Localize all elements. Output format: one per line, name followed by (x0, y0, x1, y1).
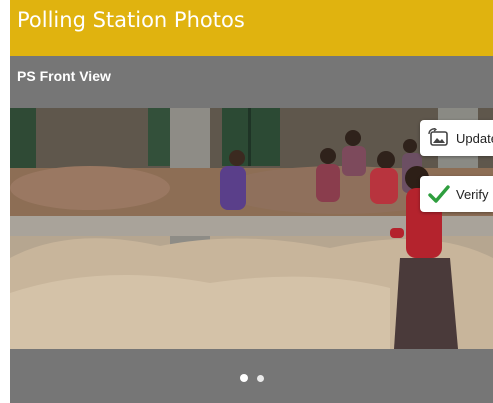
page-header: Polling Station Photos (10, 0, 493, 56)
verify-label: Verify (456, 186, 489, 202)
checkmark-icon (428, 184, 450, 204)
page-title: Polling Station Photos (17, 8, 245, 32)
carousel-dot[interactable] (256, 374, 264, 382)
photo-screen: Polling Station Photos PS Front View Upd… (10, 0, 493, 403)
update-photo-button[interactable]: Update (420, 120, 493, 156)
verify-photo-button[interactable]: Verify (420, 176, 493, 212)
carousel-dot-active[interactable] (239, 374, 248, 382)
photo-card: PS Front View Updat Verify (10, 56, 493, 403)
carousel-indicator (10, 368, 493, 388)
image-refresh-icon (428, 128, 450, 148)
update-label: Update (456, 130, 493, 146)
card-title: PS Front View (17, 68, 111, 84)
